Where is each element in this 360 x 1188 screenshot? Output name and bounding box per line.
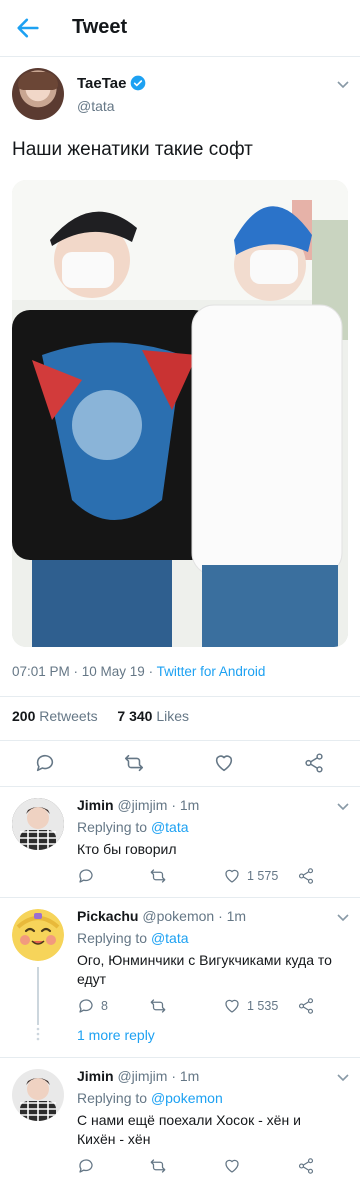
divider [0, 696, 360, 697]
reply-button[interactable] [77, 866, 101, 886]
share-button[interactable] [297, 1156, 321, 1176]
top-bar: Tweet [0, 0, 360, 57]
share-icon [298, 998, 314, 1014]
retweet-button[interactable] [149, 996, 173, 1016]
reply-author-name[interactable]: Jimin [77, 1068, 114, 1084]
replying-to: Replying to @pokemon [77, 1090, 223, 1106]
reply-button[interactable] [77, 1156, 101, 1176]
replying-to: Replying to @tata [77, 930, 189, 946]
reply-item[interactable]: Jimin @jimjim · 1m Replying to @tata Кто… [0, 786, 360, 898]
reply-item[interactable]: Jimin @jimjim · 1m Replying to @pokemon … [0, 1057, 360, 1188]
avatar[interactable] [12, 1069, 64, 1121]
tweet-stats: 200 Retweets 7 340 Likes [12, 708, 189, 724]
reply-text: С нами ещё поехали Хосок - хён и Кихён -… [77, 1112, 301, 1147]
replying-to-prefix: Replying to [77, 1090, 148, 1106]
like-button[interactable] [223, 1156, 247, 1176]
reply-handle-time: @jimjim · 1m [117, 1068, 200, 1084]
tweet-source-link[interactable]: Twitter for Android [157, 664, 266, 679]
retweet-icon[interactable] [123, 752, 145, 774]
like-button[interactable]: 1 535 [223, 996, 278, 1016]
retweet-icon [150, 999, 166, 1013]
tweet-timestamp: 07:01 PM · 10 May 19 · [12, 664, 157, 679]
reply-icon [79, 999, 93, 1013]
back-arrow-icon[interactable] [14, 14, 42, 42]
like-heart-icon [225, 999, 239, 1013]
verified-badge-icon [130, 75, 146, 91]
replying-to-prefix: Replying to [77, 930, 148, 946]
likes-count[interactable]: 7 340 [117, 708, 152, 724]
reply-action-bar: 1 575 [77, 866, 337, 888]
reply-author[interactable]: Jimin @jimjim · 1m [77, 1068, 199, 1084]
share-icon[interactable] [303, 752, 325, 774]
tweet-photo[interactable] [12, 180, 348, 647]
reply-handle-time: @jimjim · 1m [117, 797, 200, 813]
reply-handle-time: @pokemon · 1m [142, 908, 247, 924]
replying-to-handle[interactable]: @pokemon [151, 1090, 223, 1106]
share-icon [298, 1158, 314, 1174]
replying-to: Replying to @tata [77, 819, 189, 835]
replying-to-prefix: Replying to [77, 819, 148, 835]
author-handle: @tata [77, 98, 115, 114]
like-count: 1 535 [247, 999, 279, 1013]
chevron-down-icon[interactable] [336, 913, 350, 923]
reply-icon [79, 1159, 93, 1173]
avatar[interactable] [12, 68, 64, 120]
share-icon [298, 868, 314, 884]
reply-action-bar [77, 1156, 337, 1178]
retweet-button[interactable] [149, 1156, 173, 1176]
like-count: 1 575 [247, 869, 279, 883]
reply-count: 8 [101, 999, 108, 1013]
replying-to-handle[interactable]: @tata [151, 819, 189, 835]
chevron-down-icon[interactable] [336, 1073, 350, 1083]
tweet-meta: 07:01 PM · 10 May 19 · Twitter for Andro… [12, 664, 265, 679]
share-button[interactable] [297, 866, 321, 886]
reply-author[interactable]: Jimin @jimjim · 1m [77, 797, 199, 813]
like-heart-icon[interactable] [213, 752, 235, 774]
more-replies-link[interactable]: 1 more reply [77, 1027, 155, 1043]
reply-button[interactable]: 8 [77, 996, 108, 1016]
avatar[interactable] [12, 798, 64, 850]
reply-icon [79, 869, 93, 883]
reply-author[interactable]: Pickachu @pokemon · 1m [77, 908, 246, 924]
tweet-text: Наши женатики такие софт [12, 139, 253, 160]
reply-text: Кто бы говорил [77, 841, 177, 857]
like-heart-icon [225, 1159, 239, 1173]
photo-illustration [12, 180, 348, 647]
tweet-action-bar [0, 740, 360, 784]
share-button[interactable] [297, 996, 321, 1016]
avatar-image [12, 1069, 64, 1121]
avatar-image [12, 909, 64, 961]
retweets-label[interactable]: Retweets [39, 708, 97, 724]
retweet-icon [150, 1159, 166, 1173]
retweets-count[interactable]: 200 [12, 708, 35, 724]
likes-label[interactable]: Likes [156, 708, 189, 724]
thread-dots-icon [36, 1027, 40, 1041]
page-title: Tweet [72, 16, 128, 38]
avatar-image [12, 798, 64, 850]
reply-author-name[interactable]: Pickachu [77, 908, 138, 924]
reply-author-name[interactable]: Jimin [77, 797, 114, 813]
retweet-button[interactable] [149, 866, 173, 886]
tweet-header: TaeTae @tata [0, 58, 360, 128]
like-heart-icon [225, 869, 239, 883]
retweet-icon [150, 869, 166, 883]
thread-line [37, 967, 39, 1025]
chevron-down-icon[interactable] [336, 80, 350, 90]
reply-action-bar: 8 1 535 [77, 996, 337, 1018]
reply-item[interactable]: Pickachu @pokemon · 1m Replying to @tata… [0, 897, 360, 1057]
replying-to-handle[interactable]: @tata [151, 930, 189, 946]
chevron-down-icon[interactable] [336, 802, 350, 812]
reply-text: Ого, Юнминчики с Вигукчиками куда то еду… [77, 952, 332, 987]
reply-icon[interactable] [34, 752, 56, 774]
like-button[interactable]: 1 575 [223, 866, 278, 886]
author-name[interactable]: TaeTae [77, 75, 126, 92]
avatar[interactable] [12, 909, 64, 961]
